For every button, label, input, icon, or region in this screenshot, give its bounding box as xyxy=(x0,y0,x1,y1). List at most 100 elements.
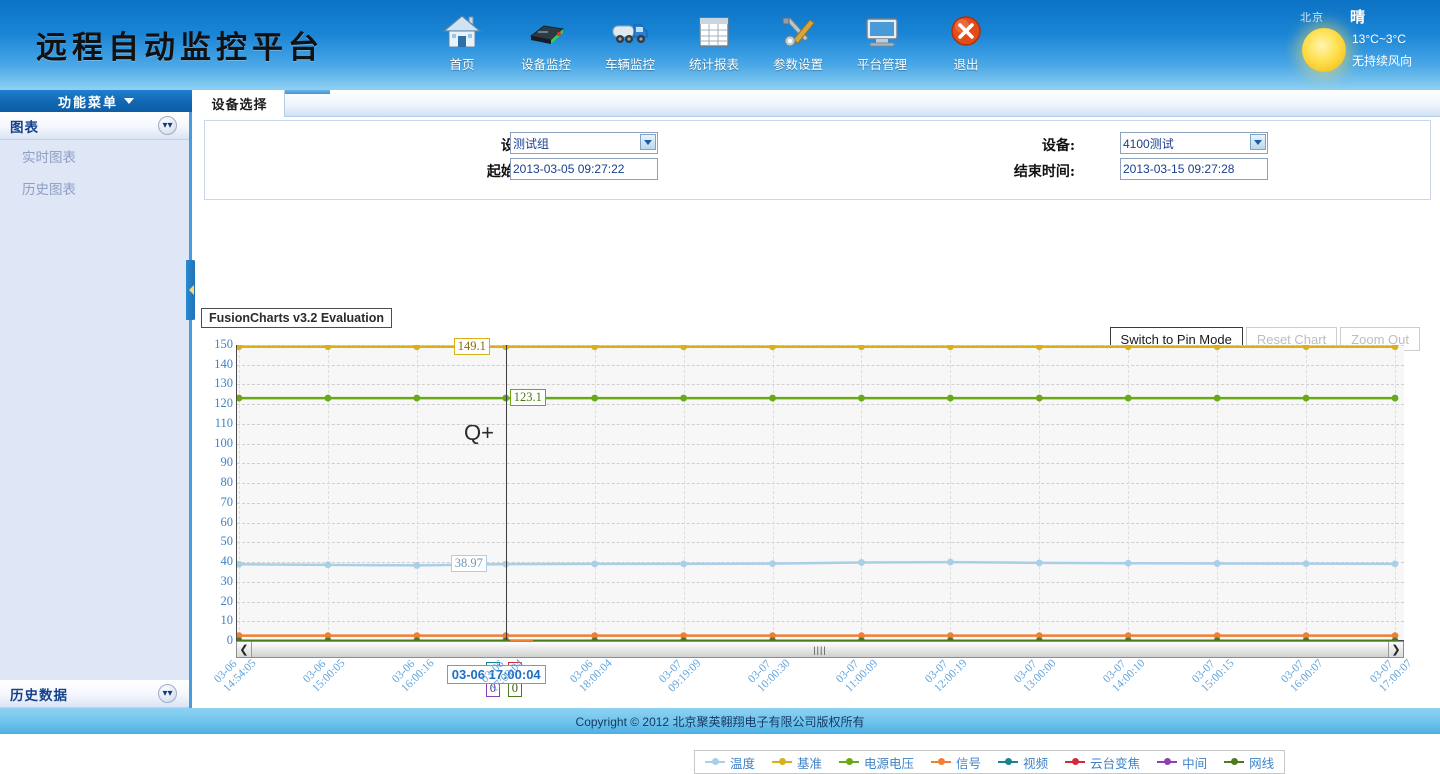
data-point[interactable] xyxy=(325,345,332,350)
chart-series-layer xyxy=(237,345,1405,641)
data-point[interactable] xyxy=(325,395,332,402)
data-point[interactable] xyxy=(1214,395,1221,402)
data-point[interactable] xyxy=(237,561,242,568)
legend-item-云台变焦[interactable]: 云台变焦 xyxy=(1065,753,1140,772)
sidebar-item-realtime-chart[interactable]: 实时图表 xyxy=(0,140,189,172)
content-area: 设备选择 设备组: 起始时间: 设备: 结束时间: 查询 重置 FusionCh… xyxy=(195,90,1440,708)
data-point[interactable] xyxy=(858,345,865,350)
tab-label: 设备选择 xyxy=(211,94,267,113)
device-group-select-wrapper[interactable] xyxy=(510,132,658,154)
y-axis-tick-label: 60 xyxy=(195,515,233,530)
tab-device-selection[interactable]: 设备选择 xyxy=(195,90,285,117)
chevron-double-down-icon[interactable]: ▾▾ xyxy=(158,684,177,703)
data-point[interactable] xyxy=(769,345,776,350)
series-line-温度 xyxy=(239,562,1395,565)
exit-icon xyxy=(946,12,986,52)
data-point[interactable] xyxy=(769,395,776,402)
chart-container: FusionCharts v3.2 Evaluation Switch to P… xyxy=(195,215,1440,685)
legend-color-swatch xyxy=(1224,761,1244,763)
data-point[interactable] xyxy=(591,395,598,402)
chevron-down-icon xyxy=(124,98,134,104)
data-point[interactable] xyxy=(858,559,865,566)
legend-item-网线[interactable]: 网线 xyxy=(1224,753,1274,772)
legend-item-基准[interactable]: 基准 xyxy=(772,753,822,772)
nav-item-statistics-report[interactable]: 统计报表 xyxy=(684,12,744,73)
data-point[interactable] xyxy=(1214,345,1221,350)
data-point[interactable] xyxy=(413,345,420,350)
data-point[interactable] xyxy=(1392,395,1399,402)
nav-item-vehicle-monitor[interactable]: 车辆监控 xyxy=(600,12,660,73)
data-point[interactable] xyxy=(1125,395,1132,402)
start-time-input[interactable] xyxy=(510,158,658,180)
data-point[interactable] xyxy=(680,560,687,567)
app-header: 远程自动监控平台 首页 xyxy=(0,0,1440,90)
scroll-grip[interactable]: |||| xyxy=(813,645,826,655)
y-axis-tick-label: 80 xyxy=(195,475,233,490)
y-axis-tick-label: 140 xyxy=(195,357,233,372)
legend-item-中间[interactable]: 中间 xyxy=(1157,753,1207,772)
filter-panel: 设备组: 起始时间: 设备: 结束时间: xyxy=(204,120,1431,200)
monitor-icon xyxy=(862,12,902,52)
hover-value-label-电源电压: 123.1 xyxy=(510,389,546,406)
weather-temperature: 13°C~3°C xyxy=(1352,32,1406,46)
legend-label: 视频 xyxy=(1023,753,1048,772)
data-point[interactable] xyxy=(413,395,420,402)
legend-label: 云台变焦 xyxy=(1090,753,1140,772)
data-point[interactable] xyxy=(591,560,598,567)
data-point[interactable] xyxy=(858,395,865,402)
data-point[interactable] xyxy=(947,395,954,402)
nav-item-device-monitor[interactable]: 设备监控 xyxy=(516,12,576,73)
data-point[interactable] xyxy=(947,559,954,566)
data-point[interactable] xyxy=(1392,560,1399,567)
sidebar-title-bar[interactable]: 功能菜单 xyxy=(0,90,192,112)
y-axis-tick-label: 110 xyxy=(195,416,233,431)
data-point[interactable] xyxy=(1214,560,1221,567)
legend-item-信号[interactable]: 信号 xyxy=(931,753,981,772)
sidebar-group-charts[interactable]: 图表 ▾▾ xyxy=(0,112,189,140)
data-point[interactable] xyxy=(1036,559,1043,566)
data-point[interactable] xyxy=(1303,345,1310,350)
data-point[interactable] xyxy=(1303,560,1310,567)
nav-item-home[interactable]: 首页 xyxy=(432,12,492,73)
legend-item-视频[interactable]: 视频 xyxy=(998,753,1048,772)
device-icon xyxy=(526,12,566,52)
legend-item-电源电压[interactable]: 电源电压 xyxy=(839,753,914,772)
data-point[interactable] xyxy=(947,345,954,350)
page-title: 远程自动监控平台 xyxy=(36,22,324,67)
nav-label: 车辆监控 xyxy=(605,54,655,73)
y-axis-tick-label: 40 xyxy=(195,554,233,569)
y-axis-tick-label: 130 xyxy=(195,376,233,391)
data-point[interactable] xyxy=(413,562,420,569)
sidebar-group-history-data[interactable]: 历史数据 ▾▾ xyxy=(0,680,189,708)
end-time-input[interactable] xyxy=(1120,158,1268,180)
data-point[interactable] xyxy=(1036,345,1043,350)
nav-item-exit[interactable]: 退出 xyxy=(936,12,996,73)
legend-item-温度[interactable]: 温度 xyxy=(705,753,755,772)
nav-item-parameter-settings[interactable]: 参数设置 xyxy=(768,12,828,73)
nav-item-platform-management[interactable]: 平台管理 xyxy=(852,12,912,73)
data-point[interactable] xyxy=(680,345,687,350)
legend-color-swatch xyxy=(705,761,725,763)
device-select[interactable] xyxy=(1120,132,1268,154)
data-point[interactable] xyxy=(1125,560,1132,567)
data-point[interactable] xyxy=(325,561,332,568)
data-point[interactable] xyxy=(680,395,687,402)
legend-color-swatch xyxy=(1157,761,1177,763)
y-axis-tick-label: 50 xyxy=(195,534,233,549)
device-group-select[interactable] xyxy=(510,132,658,154)
data-point[interactable] xyxy=(237,395,242,402)
nav-label: 平台管理 xyxy=(857,54,907,73)
home-icon xyxy=(442,12,482,52)
chart-plot-area[interactable]: Q+ 149.1123.138.972.70000 xyxy=(236,345,1404,641)
data-point[interactable] xyxy=(1303,395,1310,402)
data-point[interactable] xyxy=(1392,345,1399,350)
sidebar-item-history-chart[interactable]: 历史图表 xyxy=(0,172,189,204)
data-point[interactable] xyxy=(1125,345,1132,350)
device-select-wrapper[interactable] xyxy=(1120,132,1268,154)
data-point[interactable] xyxy=(769,560,776,567)
data-point[interactable] xyxy=(237,345,242,350)
nav-label: 统计报表 xyxy=(689,54,739,73)
chevron-double-down-icon[interactable]: ▾▾ xyxy=(158,116,177,135)
data-point[interactable] xyxy=(591,345,598,350)
data-point[interactable] xyxy=(1036,395,1043,402)
